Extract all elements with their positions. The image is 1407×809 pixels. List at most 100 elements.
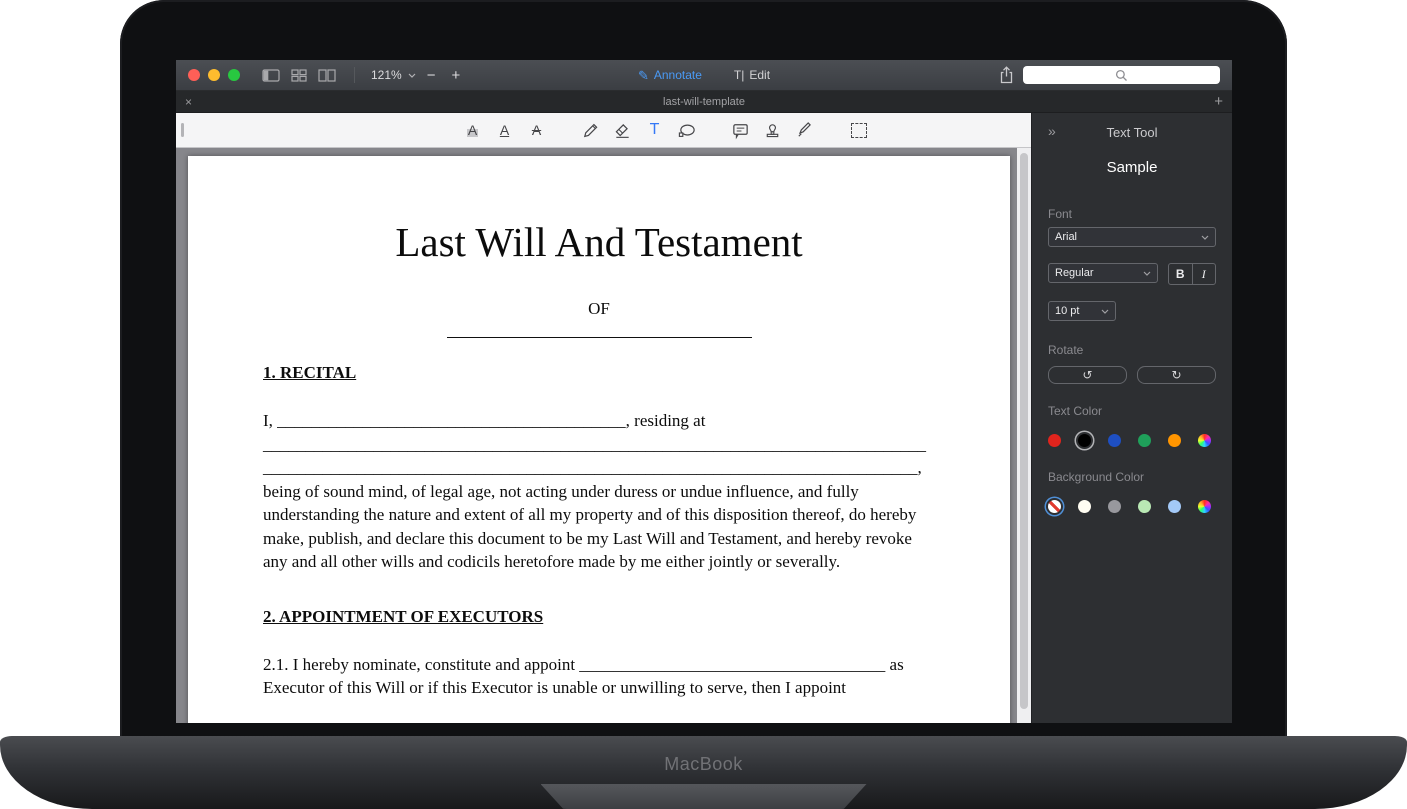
titlebar-right-group — [999, 60, 1220, 90]
edit-text-icon: T| — [734, 68, 744, 82]
doc-line: Executor of this Will or if this Executo… — [263, 676, 935, 700]
share-icon[interactable] — [999, 66, 1014, 84]
chevron-down-icon — [1201, 235, 1209, 240]
font-family-select[interactable]: Arial — [1048, 227, 1216, 247]
macbook-logo-text: MacBook — [0, 754, 1407, 775]
rotate-ccw-icon: ↺ — [1082, 369, 1092, 381]
zoom-out-button[interactable]: − — [422, 67, 441, 84]
stamp-tool-button[interactable] — [761, 118, 785, 142]
shape-tool-button[interactable] — [675, 118, 699, 142]
color-swatch-a3c9f7[interactable] — [1168, 500, 1181, 513]
bold-button[interactable]: B — [1169, 264, 1192, 284]
underline-tool-button[interactable]: A — [493, 118, 517, 142]
font-size-select[interactable]: 10 pt — [1048, 301, 1116, 321]
italic-button[interactable]: I — [1192, 264, 1216, 284]
strikethrough-tool-button[interactable]: A — [525, 118, 549, 142]
zoom-in-button[interactable]: + — [446, 67, 465, 84]
traffic-lights — [188, 69, 240, 81]
rotate-label: Rotate — [1048, 343, 1216, 357]
note-icon — [731, 121, 750, 140]
font-family-value: Arial — [1055, 231, 1077, 243]
tab-edit[interactable]: T| Edit — [734, 68, 770, 82]
scrollbar-thumb[interactable] — [1020, 153, 1028, 709]
doc-line: ________________________________________… — [263, 433, 935, 457]
doc-line: make, publish, and declare this document… — [263, 527, 935, 551]
color-swatch-98989d[interactable] — [1108, 500, 1121, 513]
tab-add-button[interactable]: + — [1214, 93, 1223, 110]
sidebar-view-icon[interactable] — [262, 69, 280, 82]
rotate-ccw-button[interactable]: ↺ — [1048, 366, 1127, 384]
close-window-button[interactable] — [188, 69, 200, 81]
chevron-down-icon — [1101, 309, 1109, 314]
tab-bar: × last-will-template + — [176, 91, 1232, 113]
macbook-base: MacBook — [0, 736, 1407, 809]
zoom-controls: 121% − + — [371, 67, 465, 84]
text-tool-button[interactable]: T — [643, 118, 667, 142]
section-heading-recital: 1. RECITAL — [263, 363, 935, 383]
panel-header: » Text Tool — [1048, 125, 1216, 141]
font-size-value: 10 pt — [1055, 305, 1079, 317]
text-color-label: Text Color — [1048, 404, 1216, 418]
thumbnails-view-icon[interactable] — [291, 69, 307, 82]
zoom-level-value[interactable]: 121% — [371, 68, 402, 82]
macbook-screen-bezel: 121% − + ✎ Annotate T| Edit — [120, 0, 1287, 745]
toolbar-tools: A A A T — [457, 118, 875, 142]
font-style-select[interactable]: Regular — [1048, 263, 1158, 283]
edit-label: Edit — [749, 68, 770, 82]
window-titlebar: 121% − + ✎ Annotate T| Edit — [176, 60, 1232, 91]
two-page-view-icon[interactable] — [318, 69, 336, 82]
fullscreen-window-button[interactable] — [228, 69, 240, 81]
color-swatch-none[interactable] — [1048, 500, 1061, 513]
signature-tool-button[interactable] — [793, 118, 817, 142]
background-color-label: Background Color — [1048, 470, 1216, 484]
macbook-mockup: 121% − + ✎ Annotate T| Edit — [0, 0, 1407, 809]
color-swatch-ff9500[interactable] — [1168, 434, 1181, 447]
sample-preview-text: Sample — [1048, 159, 1216, 176]
eraser-icon — [613, 121, 632, 140]
titlebar-divider — [354, 67, 355, 83]
collapse-panel-icon[interactable]: » — [1048, 123, 1056, 139]
doc-line: understanding the nature and extent of a… — [263, 503, 935, 527]
color-swatch-fffdf2[interactable] — [1078, 500, 1091, 513]
doc-line: 2.1. I hereby nominate, constitute and a… — [263, 653, 935, 677]
color-swatch-rainbow[interactable] — [1198, 500, 1211, 513]
mode-switcher: ✎ Annotate T| Edit — [638, 60, 770, 90]
color-swatch-1e4fc2[interactable] — [1108, 434, 1121, 447]
note-tool-button[interactable] — [729, 118, 753, 142]
document-canvas: Last Will And Testament OF 1. RECITAL I,… — [176, 148, 1031, 723]
color-swatch-b9e8b4[interactable] — [1138, 500, 1151, 513]
rotate-cw-button[interactable]: ↻ — [1137, 366, 1216, 384]
toolbar-drag-handle[interactable] — [181, 123, 184, 137]
doc-line: I, _____________________________________… — [263, 409, 935, 433]
color-swatch-e0241d[interactable] — [1048, 434, 1061, 447]
select-tool-button[interactable] — [847, 118, 871, 142]
document-page: Last Will And Testament OF 1. RECITAL I,… — [188, 156, 1010, 723]
app-window: 121% − + ✎ Annotate T| Edit — [176, 60, 1232, 723]
color-swatch-000000[interactable] — [1078, 434, 1091, 447]
minimize-window-button[interactable] — [208, 69, 220, 81]
highlight-tool-button[interactable]: A — [461, 118, 485, 142]
document-title: Last Will And Testament — [263, 218, 935, 266]
background-color-swatches — [1048, 500, 1216, 513]
view-toggle-group — [262, 69, 336, 82]
color-swatch-1fa05a[interactable] — [1138, 434, 1151, 447]
pen-icon — [581, 121, 600, 140]
pen-tool-button[interactable] — [579, 118, 603, 142]
executors-paragraph: 2.1. I hereby nominate, constitute and a… — [263, 653, 935, 700]
doc-line: ________________________________________… — [263, 456, 935, 480]
font-label: Font — [1048, 207, 1216, 221]
macbook-lid-notch — [541, 784, 867, 809]
signature-icon — [795, 121, 814, 140]
strikethrough-icon: A — [532, 123, 541, 137]
tab-annotate[interactable]: ✎ Annotate — [638, 68, 702, 82]
color-swatch-rainbow[interactable] — [1198, 434, 1211, 447]
highlight-icon: A — [467, 123, 478, 137]
name-blank-line — [447, 336, 752, 338]
text-tool-icon: T — [650, 122, 660, 138]
rotate-cw-icon: ↻ — [1171, 369, 1181, 381]
search-input[interactable] — [1023, 66, 1220, 84]
eraser-tool-button[interactable] — [611, 118, 635, 142]
main-content: A A A T — [176, 113, 1232, 723]
document-of-label: OF — [263, 299, 935, 319]
tab-title[interactable]: last-will-template — [176, 96, 1232, 108]
